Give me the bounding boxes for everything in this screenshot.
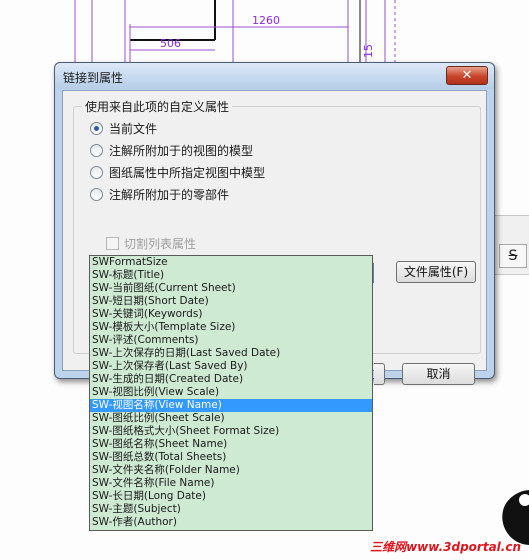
- close-button[interactable]: ✕: [446, 66, 488, 85]
- radio-label: 当前文件: [109, 122, 158, 136]
- radio-annotation-component[interactable]: 注解所附加于的零部件: [90, 187, 229, 203]
- dropdown-item[interactable]: SW-视图比例(View Scale): [90, 386, 372, 399]
- radio-label: 注解所附加于的零部件: [109, 188, 230, 202]
- checkbox-label: 切割列表属性: [124, 237, 197, 251]
- dropdown-item[interactable]: SW-上次保存者(Last Saved By): [90, 360, 372, 373]
- group-title: 使用来自此项的自定义属性: [82, 98, 233, 115]
- dimension-side-label: 15: [362, 44, 375, 58]
- cut-list-properties-checkbox[interactable]: 切割列表属性: [106, 236, 196, 252]
- radio-label: 注解所附加于的视图的模型: [109, 144, 254, 158]
- ok-button[interactable]: [374, 363, 385, 385]
- dropdown-item[interactable]: SW-当前图纸(Current Sheet): [90, 282, 372, 295]
- side-toolbar-panel: S: [490, 215, 529, 275]
- radio-button-icon: [90, 166, 103, 179]
- dropdown-item[interactable]: SW-视图名称(View Name): [90, 399, 372, 412]
- dropdown-item[interactable]: SW-模板大小(Template Size): [90, 321, 372, 334]
- dropdown-item[interactable]: SW-标题(Title): [90, 269, 372, 282]
- radio-label: 图纸属性中所指定视图中模型: [109, 166, 266, 180]
- radio-button-icon: [90, 122, 103, 135]
- dropdown-item[interactable]: SW-图纸总数(Total Sheets): [90, 451, 372, 464]
- dropdown-item[interactable]: SW-作者(Author): [90, 516, 372, 529]
- dropdown-item[interactable]: SW-图纸名称(Sheet Name): [90, 438, 372, 451]
- checkbox-icon: [106, 237, 119, 250]
- property-dropdown-list[interactable]: SWFormatSize SW-标题(Title) SW-当前图纸(Current …: [89, 255, 373, 531]
- dropdown-item[interactable]: SW-上次保存的日期(Last Saved Date): [90, 347, 372, 360]
- dialog-title: 链接到属性: [63, 71, 124, 85]
- dropdown-item[interactable]: SW-图纸比例(Sheet Scale): [90, 412, 372, 425]
- close-icon: ✕: [461, 68, 473, 83]
- radio-current-file[interactable]: 当前文件: [90, 121, 157, 137]
- dropdown-item[interactable]: SW-长日期(Long Date): [90, 490, 372, 503]
- dialog-titlebar[interactable]: 链接到属性 ✕: [55, 63, 494, 89]
- dropdown-item[interactable]: SW-文件名称(File Name): [90, 477, 372, 490]
- dropdown-item[interactable]: SW-生成的日期(Created Date): [90, 373, 372, 386]
- radio-sheet-properties-model[interactable]: 图纸属性中所指定视图中模型: [90, 165, 265, 181]
- file-properties-button[interactable]: 文件属性(F): [396, 261, 476, 283]
- watermark-text: 三维网www.3dportal.cn: [370, 540, 521, 554]
- cancel-button[interactable]: 取消: [402, 363, 475, 385]
- strikethrough-button[interactable]: S: [499, 244, 527, 268]
- dropdown-item[interactable]: SW-文件夹名称(Folder Name): [90, 464, 372, 477]
- radio-button-icon: [90, 188, 103, 201]
- dropdown-item[interactable]: SW-短日期(Short Date): [90, 295, 372, 308]
- radio-annotation-view-model[interactable]: 注解所附加于的视图的模型: [90, 143, 253, 159]
- dropdown-item[interactable]: SW-主题(Subject): [90, 503, 372, 516]
- dropdown-item[interactable]: SW-评述(Comments): [90, 334, 372, 347]
- dropdown-item[interactable]: SWFormatSize: [90, 256, 372, 269]
- dimension-left-label: 506: [160, 37, 181, 50]
- radio-button-icon: [90, 144, 103, 157]
- dropdown-item[interactable]: SW-关键词(Keywords): [90, 308, 372, 321]
- dropdown-item[interactable]: SW-图纸格式大小(Sheet Format Size): [90, 425, 372, 438]
- dimension-top-label: 1260: [252, 14, 280, 27]
